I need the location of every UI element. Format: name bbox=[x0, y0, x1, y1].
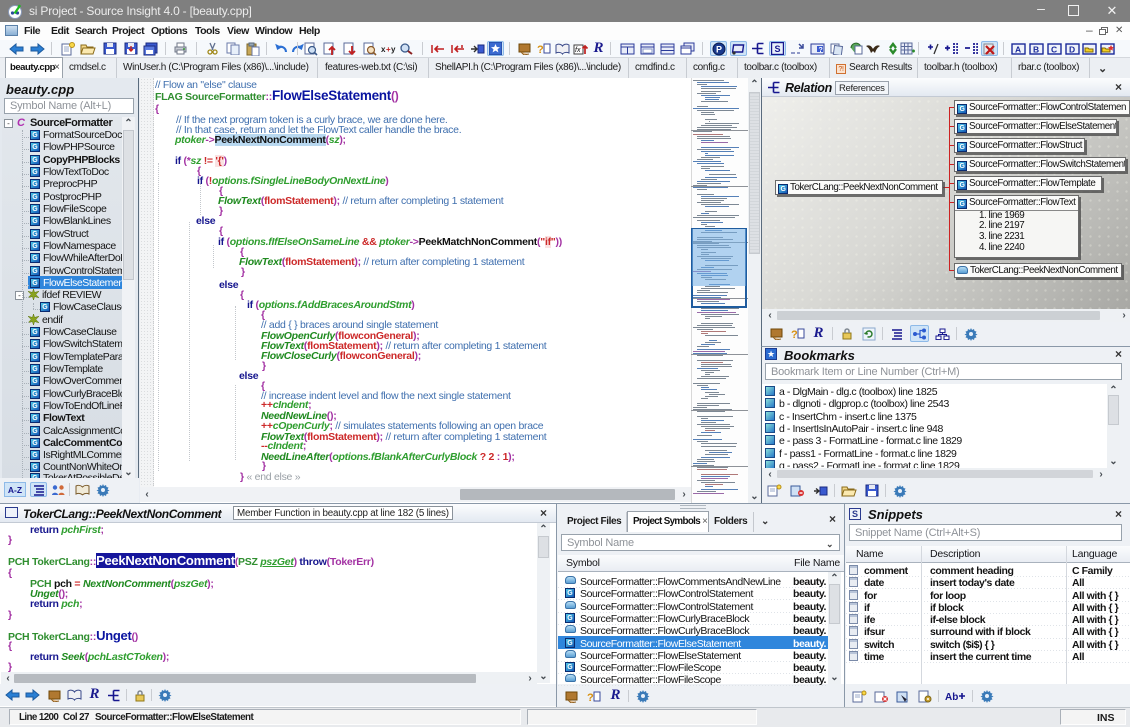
svg-text:Ab: Ab bbox=[945, 692, 958, 702]
svg-text:?: ? bbox=[791, 329, 798, 340]
svg-text:fx: fx bbox=[575, 47, 581, 54]
svg-text:y: y bbox=[391, 45, 396, 54]
svg-text:?: ? bbox=[537, 44, 544, 55]
svg-text:B: B bbox=[1033, 44, 1039, 54]
svg-text:P: P bbox=[716, 44, 722, 54]
svg-text:D: D bbox=[1069, 44, 1075, 54]
svg-text:C: C bbox=[1051, 44, 1057, 54]
svg-text:S: S bbox=[775, 44, 781, 54]
svg-text:?: ? bbox=[819, 47, 823, 54]
svg-text:?: ? bbox=[587, 692, 594, 703]
svg-text:A: A bbox=[1015, 44, 1021, 54]
